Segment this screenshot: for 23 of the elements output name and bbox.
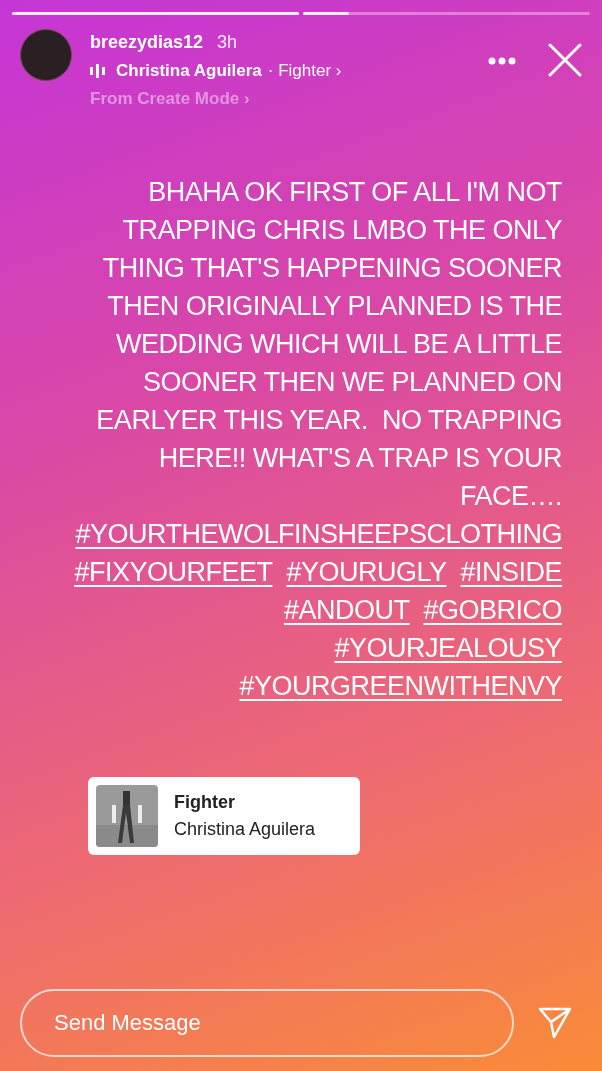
story-text: BHAHA OK FIRST OF ALL I'M NOT TRAPPING CHRIS LMBO THE ONLY THING THAT'S HAPPENING SOONER THEN ORIGINALLY PLANNED IS THE WEDDING WHICH WILL BE A LITTLE SOONER THEN WE PLANNED ON EARLYER THIS YEAR. NO TRAPPING HERE!! WHAT'S A TRAP IS YOUR FACE…. [95, 176, 562, 513]
music-sticker[interactable]: Fighter Christina Aguilera [88, 777, 360, 855]
send-icon[interactable] [538, 1007, 572, 1039]
music-title-link[interactable]: · Fighter › [267, 58, 342, 84]
hashtag-link[interactable]: #FIXYOURFEET [74, 553, 273, 591]
hashtag-link[interactable]: #YOURGREENWITHENVY [239, 667, 562, 705]
message-field[interactable]: Send Message [20, 989, 514, 1057]
sound-bars-icon [90, 63, 106, 78]
username[interactable]: breezydias12 [90, 29, 204, 56]
hashtag-link[interactable]: #INSIDE [460, 553, 562, 591]
post-time: 3h [217, 31, 238, 54]
song-title: Fighter [174, 791, 236, 814]
hashtag-link[interactable]: #YOURUGLY [286, 553, 447, 591]
hashtag-link[interactable]: #ANDOUT [283, 591, 410, 629]
hashtag-link[interactable]: #YOURJEALOUSY [334, 629, 562, 667]
avatar[interactable] [20, 29, 72, 81]
hashtag-link[interactable]: #YOURTHEWOLFINSHEEPSCLOTHING [75, 515, 562, 553]
music-artist-link[interactable]: Christina Aguilera [116, 58, 262, 84]
create-mode-link[interactable]: From Create Mode › [90, 85, 488, 111]
song-artist: Christina Aguilera [174, 818, 316, 841]
more-icon[interactable] [488, 57, 516, 65]
close-icon[interactable] [548, 43, 582, 77]
hashtag-link[interactable]: #GOBRICO [423, 591, 562, 629]
